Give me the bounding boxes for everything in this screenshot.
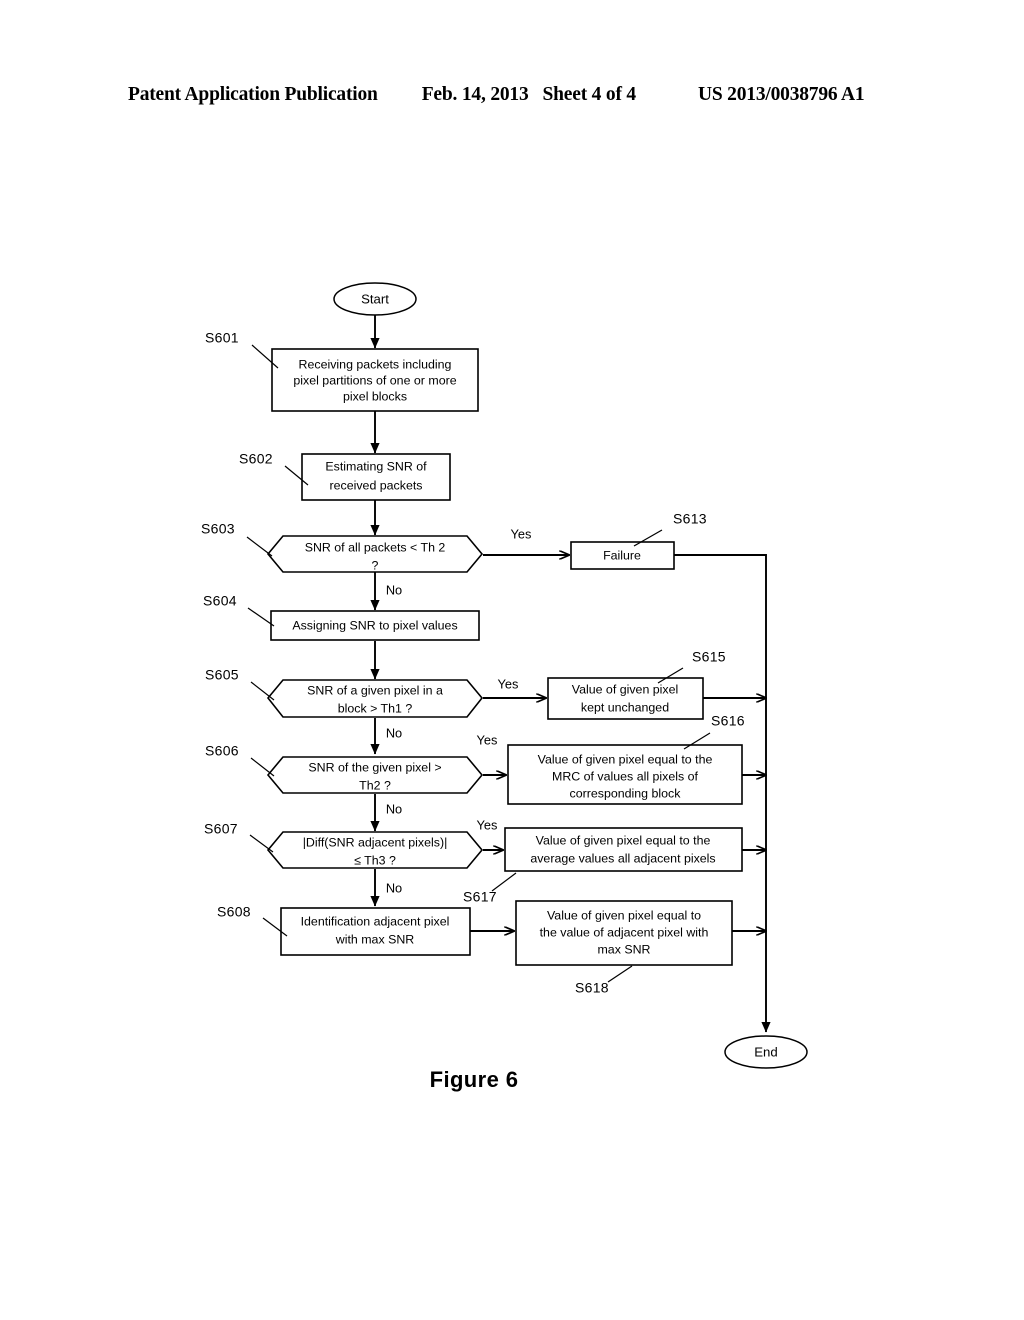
node-s605-line2: block > Th1 ? bbox=[338, 701, 413, 715]
node-s617-line1: Value of given pixel equal to the bbox=[536, 833, 711, 847]
ref-label-s615: S615 bbox=[692, 649, 726, 665]
node-s602-line2: received packets bbox=[330, 478, 423, 492]
branch-label-s607-no: No bbox=[386, 880, 402, 895]
leader-s604 bbox=[247, 607, 275, 627]
leader-s618 bbox=[607, 965, 633, 983]
node-s618-line3: max SNR bbox=[597, 942, 650, 956]
node-end-label: End bbox=[754, 1044, 777, 1059]
ref-label-s601: S601 bbox=[205, 330, 239, 346]
node-s617-line2: average values all adjacent pixels bbox=[530, 851, 715, 865]
ref-label-s605: S605 bbox=[205, 667, 239, 683]
branch-label-s605-no: No bbox=[386, 725, 402, 740]
leader-s606 bbox=[250, 757, 275, 777]
node-s607-line2: ≤ Th3 ? bbox=[354, 853, 396, 867]
ref-label-s616: S616 bbox=[711, 713, 745, 729]
node-s616-line2: MRC of values all pixels of bbox=[552, 769, 699, 783]
node-start-label: Start bbox=[361, 291, 389, 306]
branch-label-s607-yes: Yes bbox=[477, 817, 498, 832]
figure-caption: Figure 6 bbox=[0, 1067, 1024, 1093]
figure-caption-text: Figure 6 bbox=[429, 1067, 519, 1092]
ref-label-s613: S613 bbox=[673, 511, 707, 527]
branch-label-s606-yes: Yes bbox=[477, 732, 498, 747]
ref-label-s602: S602 bbox=[239, 451, 273, 467]
node-s613-line1: Failure bbox=[603, 548, 641, 562]
node-s601-line2: pixel partitions of one or more bbox=[293, 373, 456, 387]
node-s615-line1: Value of given pixel bbox=[572, 682, 679, 696]
ref-label-s617: S617 bbox=[463, 889, 497, 905]
branch-label-s603-yes: Yes bbox=[511, 526, 532, 541]
node-s618-line2: the value of adjacent pixel with bbox=[540, 925, 709, 939]
ref-label-s608: S608 bbox=[217, 904, 251, 920]
branch-label-s603-no: No bbox=[386, 582, 402, 597]
node-s616-line3: corresponding block bbox=[570, 786, 682, 800]
node-s601-line1: Receiving packets including bbox=[299, 357, 452, 371]
node-s608-line1: Identification adjacent pixel bbox=[301, 914, 450, 928]
node-s603-line2: ? bbox=[372, 558, 379, 572]
patent-drawing-page: Patent Application Publication Feb. 14, … bbox=[0, 0, 1024, 1320]
flowchart-figure-6: Start Receiving packets including pixel … bbox=[201, 282, 808, 1069]
ref-label-s603: S603 bbox=[201, 521, 235, 537]
ref-label-s607: S607 bbox=[204, 821, 238, 837]
ref-label-s606: S606 bbox=[205, 743, 239, 759]
node-s603-line1: SNR of all packets < Th 2 bbox=[305, 540, 446, 554]
node-s615-line2: kept unchanged bbox=[581, 700, 669, 714]
node-s606-line1: SNR of the given pixel > bbox=[308, 760, 441, 774]
ref-label-s618: S618 bbox=[575, 980, 609, 996]
node-s608-line2: with max SNR bbox=[335, 932, 415, 946]
node-s605-line1: SNR of a given pixel in a bbox=[307, 683, 443, 697]
leader-s605 bbox=[250, 681, 275, 701]
branch-label-s605-yes: Yes bbox=[498, 676, 519, 691]
node-s602-line1: Estimating SNR of bbox=[325, 459, 427, 473]
leader-s607 bbox=[249, 834, 274, 853]
ref-label-s604: S604 bbox=[203, 593, 237, 609]
node-s606-line2: Th2 ? bbox=[359, 778, 391, 792]
node-s618-line1: Value of given pixel equal to bbox=[547, 908, 701, 922]
leader-s603 bbox=[246, 536, 273, 557]
branch-label-s606-no: No bbox=[386, 801, 402, 816]
node-s607-line1: |Diff(SNR adjacent pixels)| bbox=[303, 835, 448, 849]
node-s604-line1: Assigning SNR to pixel values bbox=[292, 618, 457, 632]
node-s616-line1: Value of given pixel equal to the bbox=[538, 752, 713, 766]
node-s601-line3: pixel blocks bbox=[343, 389, 407, 403]
